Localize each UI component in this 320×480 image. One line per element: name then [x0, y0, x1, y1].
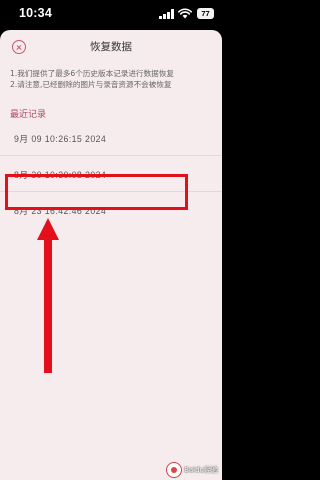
wifi-icon: [178, 8, 192, 19]
annotation-arrow-icon: [37, 218, 59, 373]
signal-icon: [159, 9, 174, 19]
watermark: Baidu经验: [166, 462, 218, 478]
close-icon[interactable]: [12, 40, 26, 54]
status-icons: 77: [159, 8, 214, 20]
annotation-highlight-box: [5, 174, 188, 210]
record-row[interactable]: 9月 09 10:26:15 2024: [0, 120, 222, 156]
watermark-logo-icon: [166, 462, 183, 478]
record-date: 9月 09 10:26:15 2024: [14, 134, 107, 144]
watermark-text: Baidu经验: [184, 466, 218, 474]
info-line-2: 2.请注意,已经删除的图片与录音资源不会被恢复: [10, 79, 172, 89]
info-line-1: 1.我们提供了最多6个历史版本记录进行数据恢复: [10, 69, 174, 78]
recent-records-title: 最近记录: [10, 110, 47, 120]
info-text: 1.我们提供了最多6个历史版本记录进行数据恢复 2.请注意,已经删除的图片与录音…: [10, 69, 216, 90]
restore-data-sheet: 恢复数据 1.我们提供了最多6个历史版本记录进行数据恢复 2.请注意,已经删除的…: [0, 30, 222, 480]
status-bar: 10:34 77: [0, 0, 222, 30]
battery-icon: 77: [197, 8, 214, 19]
status-time: 10:34: [19, 6, 52, 20]
page-title: 恢复数据: [90, 41, 132, 53]
